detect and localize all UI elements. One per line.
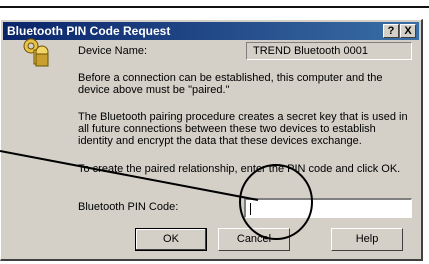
pin-code-label: Bluetooth PIN Code: — [78, 201, 179, 213]
help-button[interactable]: Help — [331, 228, 403, 251]
title-close-button[interactable]: X — [400, 24, 416, 38]
title-bar: Bluetooth PIN Code Request ? X — [3, 22, 419, 40]
cancel-button[interactable]: Cancel — [218, 228, 290, 251]
pin-code-input[interactable] — [244, 198, 412, 218]
text-caret — [250, 203, 251, 215]
device-name-label: Device Name: — [78, 45, 148, 57]
pairing-instruction-text: To create the paired relationship, enter… — [78, 163, 401, 175]
device-name-field: TREND Bluetooth 0001 — [246, 42, 412, 60]
title-help-button[interactable]: ? — [383, 24, 399, 38]
pairing-explanation-text: The Bluetooth pairing procedure creates … — [78, 111, 408, 147]
ok-button[interactable]: OK — [135, 228, 207, 251]
background-divider-line — [0, 6, 429, 8]
key-lock-icon — [23, 38, 49, 67]
pairing-intro-text: Before a connection can be established, … — [78, 72, 383, 96]
